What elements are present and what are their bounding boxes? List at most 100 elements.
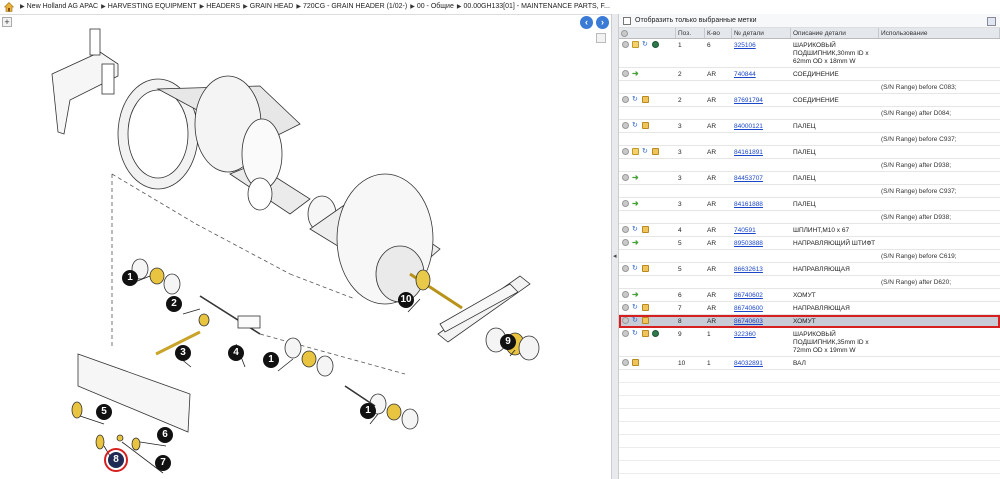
column-header-usage[interactable]: Использование [879,28,1000,38]
callout-2[interactable]: 2 [166,296,182,312]
column-header-part-number[interactable]: № детали [732,28,791,38]
callout-7[interactable]: 7 [155,455,171,471]
replacement-icon[interactable]: ↻ [642,148,649,155]
replacement-icon[interactable]: ↻ [632,317,639,324]
part-number-link[interactable]: 86632613 [732,263,791,275]
callout-6[interactable]: 6 [157,427,173,443]
package-icon[interactable] [642,304,649,311]
column-header-quantity[interactable]: К-во [705,28,732,38]
add-to-cart-icon[interactable] [622,70,629,77]
add-to-cart-icon[interactable] [622,265,629,272]
breadcrumb-item[interactable]: ▶ New Holland AG APAC [17,3,98,10]
callout-4[interactable]: 4 [228,345,244,361]
table-row[interactable]: ↻2AR87691794СОЕДИНЕНИЕ(S/N Range) after … [619,94,1000,107]
document-icon[interactable] [632,41,639,48]
add-to-cart-icon[interactable] [622,148,629,155]
export-icon[interactable] [987,17,996,26]
part-number-link[interactable]: 89503888 [732,237,791,249]
panel-splitter[interactable]: ◂ [611,14,619,479]
table-row[interactable]: ↻ 9 1 322360 ШАРИКОВЫЙ ПОДШИПНИК,35mm ID x 7… [619,328,1000,357]
breadcrumb-item[interactable]: ▶ GRAIN HEAD [240,3,293,10]
package-icon[interactable] [642,96,649,103]
home-icon[interactable] [4,1,14,12]
breadcrumb-item[interactable]: ▶ HARVESTING EQUIPMENT [98,3,197,10]
add-to-cart-icon[interactable] [622,330,629,337]
table-row[interactable]: ➜3AR84161888ПАЛЕЦ(S/N Range) after D938; [619,198,1000,211]
table-row[interactable]: 10 1 84032891 ВАЛ [619,357,1000,370]
select-all-icon[interactable] [621,29,628,37]
table-row[interactable]: ↻ 1 6 325106 ШАРИКОВЫЙ ПОДШИПНИК,30mm ID x 6… [619,39,1000,68]
replacement-icon[interactable]: ↻ [632,330,639,337]
add-to-cart-icon[interactable] [622,200,629,207]
table-row[interactable]: ↻3AR84161891ПАЛЕЦ(S/N Range) after D938; [619,146,1000,159]
callout-9[interactable]: 9 [500,334,516,350]
part-number-link[interactable]: 740844 [732,68,791,80]
package-icon[interactable] [642,317,649,324]
replacement-icon[interactable]: ↻ [642,41,649,48]
breadcrumb-item[interactable]: ▶ HEADERS [197,3,240,10]
show-selected-only-checkbox[interactable] [623,16,631,25]
forward-arrow-icon[interactable]: ➜ [632,200,640,208]
add-to-cart-icon[interactable] [622,304,629,311]
part-number-link[interactable]: 86740603 [732,315,791,327]
part-number-link[interactable]: 86740602 [732,289,791,301]
add-to-cart-icon[interactable] [622,122,629,129]
part-number-link[interactable]: 84161891 [732,146,791,158]
table-row[interactable]: ↻5AR86632613НАПРАВЛЯЮЩАЯ(S/N Range) afte… [619,263,1000,276]
table-row[interactable]: ➜3AR84453707ПАЛЕЦ(S/N Range) before C937… [619,172,1000,185]
part-number-link[interactable]: 84161888 [732,198,791,210]
callout-1[interactable]: 1 [360,403,376,419]
forward-arrow-icon[interactable]: ➜ [632,174,640,182]
table-row[interactable]: ↻ 8 AR 86740603 ХОМУТ [619,315,1000,328]
package-icon[interactable] [652,148,659,155]
replacement-icon[interactable]: ↻ [632,226,639,233]
breadcrumb-item[interactable]: ▶ 720CG - GRAIN HEADER (1/02-) [293,3,407,10]
part-number-link[interactable]: 84453707 [732,172,791,184]
replacement-icon[interactable]: ↻ [632,122,639,129]
part-number-link[interactable]: 86740600 [732,302,791,314]
callout-1[interactable]: 1 [263,352,279,368]
part-number-link[interactable]: 740591 [732,224,791,236]
package-icon[interactable] [642,122,649,129]
callout-10[interactable]: 10 [398,292,414,308]
forward-arrow-icon[interactable]: ➜ [632,291,640,299]
add-to-cart-icon[interactable] [622,239,629,246]
table-row[interactable]: ↻ 4 AR 740591 ШПЛИНТ,M10 x 67 [619,224,1000,237]
part-number-link[interactable]: 322360 [732,328,791,356]
table-row[interactable]: ➜ 6 AR 86740602 ХОМУТ [619,289,1000,302]
replacement-icon[interactable]: ↻ [632,265,639,272]
table-row[interactable]: ➜2AR740844СОЕДИНЕНИЕ(S/N Range) before C… [619,68,1000,81]
column-header-position[interactable]: Поз. [676,28,705,38]
callout-8[interactable]: 8 [104,448,128,472]
add-to-cart-icon[interactable] [622,317,629,324]
table-row[interactable]: ➜5AR89503888НАПРАВЛЯЮЩИЙ ШТИФТ(S/N Range… [619,237,1000,250]
part-number-link[interactable]: 84000121 [732,120,791,132]
package-icon[interactable] [632,359,639,366]
part-number-link[interactable]: 325106 [732,39,791,67]
globe-icon[interactable] [652,41,659,48]
replacement-icon[interactable]: ↻ [632,304,639,311]
collapse-left-icon[interactable]: ◂ [613,252,618,262]
add-to-cart-icon[interactable] [622,41,629,48]
add-to-cart-icon[interactable] [622,291,629,298]
part-number-link[interactable]: 84032891 [732,357,791,369]
callout-3[interactable]: 3 [175,345,191,361]
replacement-icon[interactable]: ↻ [632,96,639,103]
table-row[interactable]: ↻3AR84000121ПАЛЕЦ(S/N Range) before C937… [619,120,1000,133]
callout-5[interactable]: 5 [96,404,112,420]
add-to-cart-icon[interactable] [622,359,629,366]
add-to-cart-icon[interactable] [622,174,629,181]
package-icon[interactable] [642,226,649,233]
breadcrumb-item[interactable]: ▶ 00.00GH133[01] - MAINTENANCE PARTS, F..… [454,3,610,10]
part-number-link[interactable]: 87691794 [732,94,791,106]
add-to-cart-icon[interactable] [622,96,629,103]
globe-icon[interactable] [652,330,659,337]
forward-arrow-icon[interactable]: ➜ [632,239,640,247]
forward-arrow-icon[interactable]: ➜ [632,70,640,78]
package-icon[interactable] [642,265,649,272]
document-icon[interactable] [632,148,639,155]
breadcrumb-item[interactable]: ▶ 00 - Общие [407,3,454,10]
column-header-description[interactable]: Описание детали [791,28,879,38]
add-to-cart-icon[interactable] [622,226,629,233]
callout-1[interactable]: 1 [122,270,138,286]
